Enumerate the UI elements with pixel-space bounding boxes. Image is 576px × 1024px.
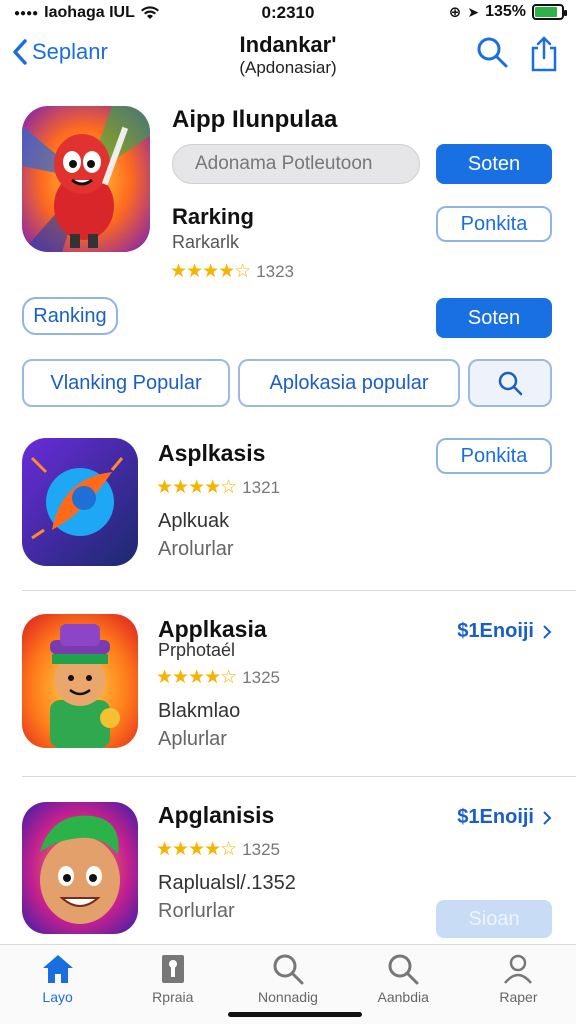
battery-icon [532,4,567,20]
list-item[interactable]: Asplkasis ★★★★☆ 1321 Aplkuak Arolurlar P… [0,436,576,586]
navigation-bar: Seplanr Indankar' (Apdonasiar) [0,26,576,94]
app-category: Raplualsl/.1352 [158,872,296,894]
ranking-soten-button[interactable]: Soten [436,298,552,338]
search-icon[interactable] [476,36,508,68]
app-tag: Prphotaél [158,640,236,660]
rating-count: 1325 [242,667,280,687]
search-input[interactable]: Adonama Potleutoon [172,144,420,184]
app-icon [22,438,138,566]
app-subtitle: Aplurlar [158,728,227,750]
soten-button[interactable]: Soten [436,144,552,184]
list-item[interactable]: Applkasia Prphotaél ★★★★☆ 1325 Blakmlao … [0,612,576,772]
tab-rpraia[interactable]: Rpraia [115,945,230,1024]
featured-ranking-title: Rarking [172,204,254,229]
app-rating: ★★★★☆ 1325 [156,666,280,689]
app-name: Applkasia [158,616,267,642]
tab-layo[interactable]: Layo [0,945,115,1024]
app-rating: ★★★★☆ 1321 [156,476,280,499]
app-category: Aplkuak [158,510,230,532]
rating-count: 1325 [242,839,280,859]
location-icon: ➤ [467,3,480,20]
app-icon [22,802,138,934]
rating-count: 1321 [242,477,280,497]
ponkita-button[interactable]: Ponkita [436,438,552,474]
app-subtitle: Arolurlar [158,538,234,560]
sioan-button[interactable]: Sioan [436,900,552,938]
search-icon [273,954,304,985]
app-name: Apglanisis [158,802,275,828]
filter-search-button[interactable] [468,359,552,407]
app-category: Blakmlao [158,700,241,722]
rating-count: 1323 [256,261,294,281]
featured-app: Aipp Ilunpulaa Adonama Potleutoon Soten … [0,100,576,283]
home-icon [42,955,73,983]
price-label: $1Enoiji [457,806,534,828]
featured-rating: ★★★★☆ 1323 [170,260,294,283]
price-button[interactable]: $1Enoiji [457,806,552,829]
app-subtitle: Rorlurlar [158,900,235,922]
price-button[interactable]: $1Enoiji [457,620,552,643]
app-icon [22,614,138,748]
star-rating-icon: ★★★★☆ [156,477,237,498]
star-rating-icon: ★★★★☆ [156,839,237,860]
document-icon [161,955,184,983]
lock-rotation-icon: ⊕ [448,4,462,21]
tab-label: Rpraia [152,989,194,1005]
star-rating-icon: ★★★★☆ [170,261,251,282]
search-icon [498,371,523,396]
star-rating-icon: ★★★★☆ [156,667,237,688]
tab-raper[interactable]: Raper [461,945,576,1024]
featured-app-title: Aipp Ilunpulaa [172,106,338,133]
person-icon [504,954,533,984]
featured-ranking-subtitle: Rarkarlk [172,232,240,252]
featured-app-icon[interactable] [22,106,150,252]
battery-percent: 135% [485,3,526,20]
filter-ranking-popular[interactable]: Vlanking Popular [22,359,230,407]
chevron-right-icon [543,624,552,639]
filter-aplokasia-popular[interactable]: Aplokasia popular [238,359,460,407]
tab-label: Nonnadig [258,989,318,1005]
tab-aanbdia[interactable]: Aanbdia [346,945,461,1024]
divider [22,590,576,591]
tab-label: Layo [42,989,73,1005]
list-item[interactable]: Apglanisis ★★★★☆ 1325 Raplualsl/.1352 Ro… [0,800,576,940]
price-label: $1Enoiji [457,620,534,642]
share-icon[interactable] [530,36,558,72]
app-name: Asplkasis [158,440,266,466]
ranking-pill[interactable]: Ranking [22,297,118,335]
status-bar: ●●●● Iaohaga IUL 0:2310 ⊕ ➤ 135% [0,0,576,26]
tab-label: Raper [499,989,538,1005]
search-icon [388,954,419,985]
home-indicator[interactable] [228,1012,362,1017]
tab-label: Aanbdia [377,989,429,1005]
ponkita-button[interactable]: Ponkita [436,206,552,242]
chevron-right-icon [543,810,552,825]
app-rating: ★★★★☆ 1325 [156,838,280,861]
divider [22,776,576,777]
